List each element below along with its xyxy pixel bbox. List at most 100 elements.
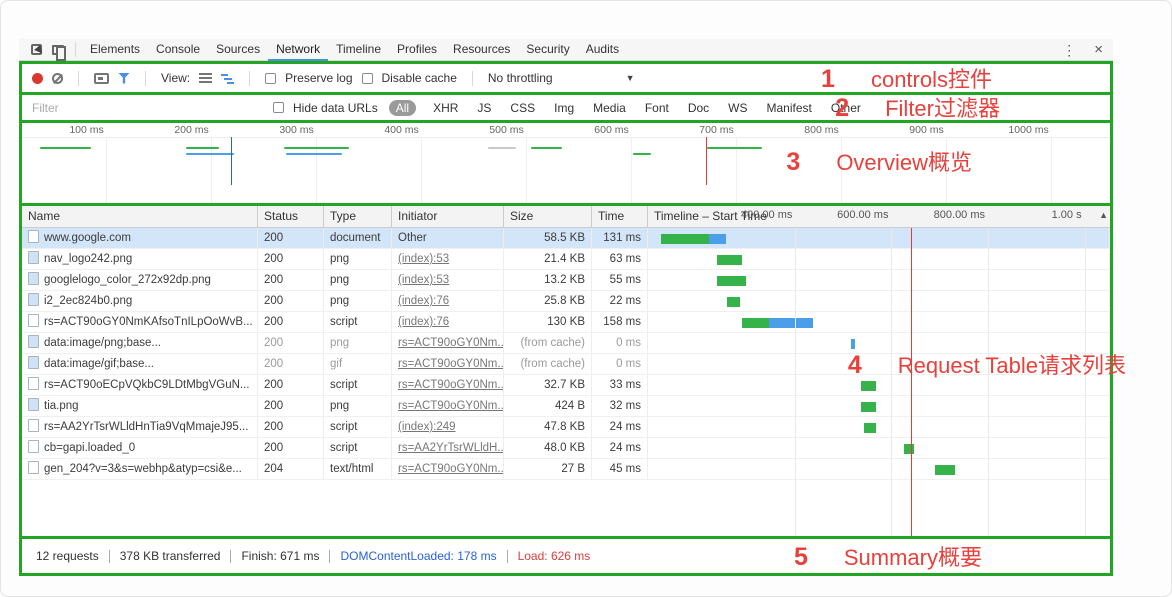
filter-input[interactable] — [32, 100, 264, 115]
filter-type-js[interactable]: JS — [475, 100, 493, 116]
filter-type-xhr[interactable]: XHR — [431, 100, 460, 116]
initiator-link[interactable]: rs=ACT90oGY0Nm... — [398, 400, 503, 412]
annotation-label: Overview概览 — [836, 150, 972, 175]
timeline-cell — [648, 417, 1110, 437]
capture-screenshots-button[interactable] — [94, 72, 109, 84]
document-file-icon — [28, 314, 39, 327]
timeline-tick-label: 1.00 s — [1051, 209, 1082, 221]
initiator-link[interactable]: rs=ACT90oGY0Nm... — [398, 358, 503, 370]
initiator-cell: rs=ACT90oGY0Nm... — [392, 396, 504, 416]
summary-item: 12 requests — [36, 549, 99, 563]
tab-profiles[interactable]: Profiles — [389, 39, 445, 61]
filter-type-media[interactable]: Media — [591, 100, 628, 116]
filter-type-css[interactable]: CSS — [508, 100, 537, 116]
tab-elements[interactable]: Elements — [82, 39, 148, 61]
column-header-size[interactable]: Size — [504, 206, 592, 227]
screenshot-root: Elements Console Sources Network Timeline Pro… — [0, 0, 1172, 597]
view-list-button[interactable] — [199, 72, 213, 84]
size-cell: 48.0 KB — [504, 438, 592, 458]
filter-type-doc[interactable]: Doc — [686, 100, 711, 116]
throttling-select[interactable]: No throttling — [488, 71, 553, 85]
overview-gridline — [630, 137, 632, 203]
initiator-link[interactable]: (index):53 — [398, 253, 449, 265]
filter-toggle-button[interactable] — [118, 72, 130, 84]
column-header-name[interactable]: Name — [22, 206, 258, 227]
device-toolbar-button[interactable] — [47, 40, 69, 61]
overview-tick-label: 300 ms — [279, 124, 314, 136]
tab-audits[interactable]: Audits — [578, 39, 627, 61]
size-cell: 130 KB — [504, 312, 592, 332]
time-cell: 32 ms — [592, 396, 648, 416]
initiator-link[interactable]: rs=ACT90oGY0Nm... — [398, 463, 503, 475]
time-cell: 0 ms — [592, 333, 648, 353]
tab-sources[interactable]: Sources — [208, 39, 268, 61]
request-row[interactable]: cb=gapi.loaded_0 200 script rs=AA2YrTsrWLld… — [22, 438, 1110, 459]
request-row[interactable]: googlelogo_color_272x92dp.png 200 png (inde… — [22, 270, 1110, 291]
close-icon[interactable]: × — [1094, 42, 1103, 57]
column-header-status[interactable]: Status — [258, 206, 324, 227]
request-name: rs=ACT90oECpVQkbC9LDtMbgVGuN... — [44, 379, 250, 391]
disable-cache-checkbox[interactable] — [361, 72, 373, 84]
tab-console[interactable]: Console — [148, 39, 208, 61]
document-file-icon — [28, 377, 39, 390]
view-waterfall-button[interactable] — [221, 73, 235, 84]
type-cell: gif — [324, 354, 392, 374]
filter-type-all[interactable]: All — [388, 99, 417, 116]
preserve-log-label: Preserve log — [285, 71, 353, 85]
table-header-row: Name Status Type Initiator Size Time Tim… — [22, 206, 1110, 228]
request-name: cb=gapi.loaded_0 — [44, 442, 136, 454]
annotation-label: Request Table请求列表 — [897, 353, 1126, 378]
name-cell: www.google.com — [22, 228, 258, 248]
filter-type-manifest[interactable]: Manifest — [765, 100, 814, 116]
overview-tick-label: 1000 ms — [1008, 124, 1049, 136]
inspect-element-button[interactable] — [25, 40, 47, 60]
request-row[interactable]: rs=ACT90oGY0NmKAfsoTnILpOoWvB... 200 scrip… — [22, 312, 1110, 333]
request-row[interactable]: tia.png 200 png rs=ACT90oGY0Nm... 424 B 32 ms — [22, 396, 1110, 417]
filter-type-ws[interactable]: WS — [726, 100, 749, 116]
overview-bar-segment — [487, 147, 516, 149]
tab-security[interactable]: Security — [518, 39, 577, 61]
summary-item: 378 KB transferred — [119, 549, 221, 563]
initiator-link[interactable]: rs=ACT90oGY0Nm... — [398, 337, 503, 349]
tab-network[interactable]: Network — [268, 39, 329, 61]
initiator-link[interactable]: rs=ACT90oGY0Nm... — [398, 379, 503, 391]
filter-type-img[interactable]: Img — [552, 100, 576, 116]
time-cell: 45 ms — [592, 459, 648, 479]
request-row[interactable]: rs=AA2YrTsrWLldHnTia9VqMmajeJ95... 200 scr… — [22, 417, 1110, 438]
filter-type-font[interactable]: Font — [643, 100, 671, 116]
throttling-dropdown-icon[interactable]: ▼ — [626, 73, 635, 83]
initiator-link[interactable]: (index):249 — [398, 421, 456, 433]
annotation-summary: 5 Summary概要 — [794, 540, 982, 572]
tab-resources[interactable]: Resources — [445, 39, 518, 61]
initiator-link[interactable]: (index):76 — [398, 316, 449, 328]
request-row[interactable]: i2_2ec824b0.png 200 png (index):76 25.8 KB 22… — [22, 291, 1110, 312]
more-menu-icon[interactable]: ⋮ — [1062, 43, 1076, 57]
request-row[interactable]: www.google.com 200 document Other 58.5 KB 131… — [22, 228, 1110, 249]
initiator-link[interactable]: (index):53 — [398, 274, 449, 286]
overview-bar-segment — [284, 147, 350, 149]
timeline-header-cell[interactable]: Timeline – Start Time ▲ 400.00 ms 600.00 … — [648, 206, 1110, 227]
record-button[interactable] — [32, 72, 43, 84]
initiator-cell: (index):76 — [392, 312, 504, 332]
document-file-icon — [28, 419, 39, 432]
column-header-type[interactable]: Type — [324, 206, 392, 227]
tab-timeline[interactable]: Timeline — [328, 39, 389, 61]
initiator-cell: rs=ACT90oGY0Nm... — [392, 459, 504, 479]
column-header-time[interactable]: Time — [592, 206, 648, 227]
column-header-initiator[interactable]: Initiator — [392, 206, 504, 227]
initiator-link[interactable]: rs=AA2YrTsrWLldH... — [398, 442, 503, 454]
request-row[interactable]: gen_204?v=3&s=webhp&atyp=csi&e... 204 text… — [22, 459, 1110, 480]
request-row[interactable]: nav_logo242.png 200 png (index):53 21.4 KB 63… — [22, 249, 1110, 270]
size-cell: 13.2 KB — [504, 270, 592, 290]
overview-tick-label: 700 ms — [699, 124, 734, 136]
request-table-section: Name Status Type Initiator Size Time Tim… — [19, 203, 1126, 539]
preserve-log-checkbox[interactable] — [265, 72, 277, 84]
initiator-cell: rs=ACT90oGY0Nm... — [392, 375, 504, 395]
initiator-link[interactable]: (index):76 — [398, 295, 449, 307]
timeline-cell — [648, 270, 1110, 290]
summary-item: Load: 626 ms — [517, 549, 591, 563]
type-cell: png — [324, 333, 392, 353]
clear-button[interactable] — [52, 72, 63, 84]
waterfall-bar — [904, 444, 915, 454]
hide-data-urls-checkbox[interactable] — [273, 102, 284, 113]
